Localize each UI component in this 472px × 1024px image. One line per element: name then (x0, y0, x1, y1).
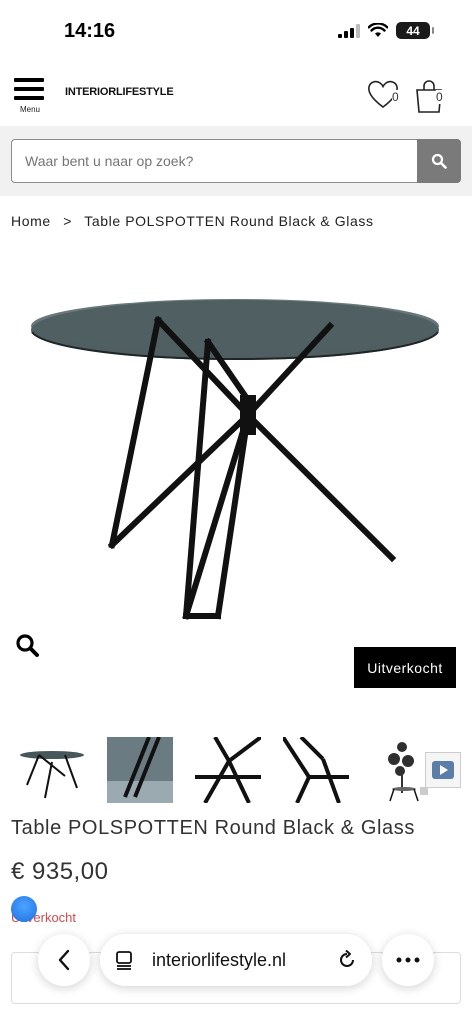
soldout-badge: Uitverkocht (354, 647, 456, 688)
product-title: Table POLSPOTTEN Round Black & Glass (11, 817, 415, 839)
site-logo[interactable]: INTERIORLIFESTYLE (65, 86, 174, 98)
back-button[interactable] (38, 934, 90, 986)
browser-toolbar: interiorlifestyle.nl (0, 930, 472, 994)
search-input[interactable] (11, 139, 417, 183)
zoom-button[interactable] (14, 632, 42, 660)
product-main-image[interactable] (0, 240, 472, 650)
menu-icon (14, 78, 46, 100)
reload-icon[interactable] (336, 949, 358, 971)
cart-button[interactable]: 0 (414, 78, 454, 118)
wishlist-button[interactable]: 0 (366, 78, 406, 118)
status-time: 14:16 (64, 20, 116, 42)
status-icons: 44 (338, 22, 434, 39)
battery-indicator: 44 (396, 22, 434, 39)
url-text: interiorlifestyle.nl (152, 949, 287, 970)
table-illustration (31, 299, 439, 620)
site-header: Menu INTERIORLIFESTYLE 0 0 (0, 62, 472, 126)
thumbnail-2[interactable] (96, 735, 184, 805)
thumbnail-strip (8, 735, 448, 805)
logo-text-rest: LIFESTYLE (115, 86, 174, 98)
search-button[interactable] (417, 139, 461, 183)
address-bar[interactable]: interiorlifestyle.nl (100, 934, 372, 986)
menu-label: Menu (19, 105, 40, 114)
status-bar: 14:16 44 (0, 0, 472, 62)
chat-widget-icon[interactable] (11, 896, 37, 922)
logo-text-bold: INTERIOR (65, 86, 116, 98)
signal-icon (338, 23, 360, 38)
play-icon (432, 761, 454, 779)
wifi-icon (368, 23, 388, 37)
thumbnail-3[interactable] (184, 735, 272, 805)
tabs-icon (116, 951, 132, 970)
search-icon (431, 153, 447, 169)
thumbnail-4[interactable] (272, 735, 360, 805)
zoom-icon (16, 634, 39, 657)
cart-count: 0 (436, 90, 443, 104)
video-thumbnail[interactable] (425, 752, 461, 788)
wishlist-count: 0 (392, 90, 399, 104)
breadcrumb-current: Table POLSPOTTEN Round Black & Glass (84, 213, 374, 229)
more-button[interactable] (382, 934, 434, 986)
breadcrumb-home[interactable]: Home (11, 213, 51, 229)
thumbnail-1[interactable] (8, 735, 96, 805)
breadcrumb-separator: > (63, 213, 73, 229)
more-icon (396, 957, 420, 963)
product-price: € 935,00 (11, 858, 109, 885)
search-form (11, 139, 461, 183)
menu-button[interactable]: Menu (14, 78, 46, 114)
search-bar (0, 126, 472, 196)
breadcrumb: Home > Table POLSPOTTEN Round Black & Gl… (11, 213, 382, 229)
chevron-left-icon (58, 949, 70, 971)
